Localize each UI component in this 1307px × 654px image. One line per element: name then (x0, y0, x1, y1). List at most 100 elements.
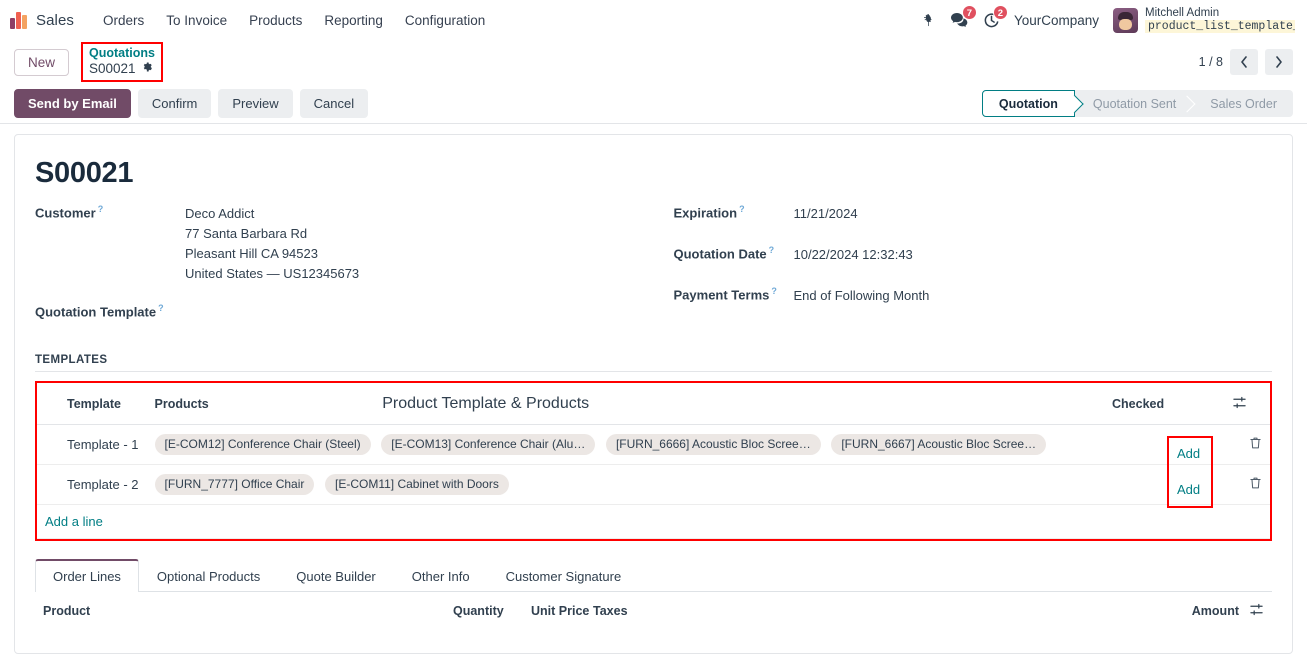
product-tag[interactable]: [FURN_6666] Acoustic Bloc Scree… (605, 433, 821, 455)
activities-badge: 2 (992, 4, 1008, 20)
messages-icon[interactable]: 7 (950, 4, 977, 29)
main-menu: Orders To Invoice Products Reporting Con… (92, 7, 496, 34)
field-payment-terms-label: Payment Terms? (674, 286, 794, 302)
row-delete-cell (1224, 424, 1270, 465)
menu-item-to-invoice[interactable]: To Invoice (155, 7, 238, 34)
company-switcher[interactable]: YourCompany (1014, 13, 1099, 28)
status-bar: Quotation Quotation Sent Sales Order (981, 90, 1293, 117)
row-template-name: Template - 2 (37, 464, 147, 505)
add-a-line-row[interactable]: Add a line (37, 504, 1270, 539)
add-a-line-cell: Add a line (37, 504, 1270, 539)
row-add-cell: Add (1167, 472, 1213, 508)
row-delete-cell (1224, 464, 1270, 505)
row-products-tags[interactable]: [FURN_7777] Office Chair [E-COM11] Cabin… (146, 464, 1224, 505)
field-expiration-label-text: Expiration (673, 205, 738, 221)
field-expiration-value[interactable]: 11/21/2024 (794, 204, 858, 224)
tab-other-info[interactable]: Other Info (394, 559, 488, 592)
templates-table-head: Template Products Product Template & Pro… (37, 382, 1270, 425)
breadcrumb: Quotations S00021 (81, 41, 163, 83)
tab-optional-products[interactable]: Optional Products (139, 559, 278, 592)
user-info: Mitchell Admin product_list_template_sa… (1145, 6, 1295, 34)
field-quotation-date-value[interactable]: 10/22/2024 12:32:43 (794, 245, 913, 265)
confirm-button[interactable]: Confirm (137, 89, 212, 118)
add-button-row-1[interactable]: Add (1177, 446, 1200, 461)
field-expiration: Expiration? 11/21/2024 (674, 204, 1273, 224)
field-quotation-date-label-text: Quotation Date (673, 246, 767, 262)
table-row[interactable]: Template - 1 [E-COM12] Conference Chair … (37, 424, 1270, 465)
bug-icon[interactable] (921, 13, 936, 28)
help-icon[interactable]: ? (739, 204, 745, 214)
menu-item-orders[interactable]: Orders (92, 7, 155, 34)
field-customer-value[interactable]: Deco Addict 77 Santa Barbara Rd Pleasant… (185, 204, 359, 285)
customer-country-vat: United States — US12345673 (185, 266, 360, 282)
status-step-quotation[interactable]: Quotation (981, 90, 1075, 117)
column-header-product: Product (43, 603, 91, 618)
product-tag[interactable]: [E-COM11] Cabinet with Doors (325, 473, 509, 495)
templates-header-row: Template Products Product Template & Pro… (37, 382, 1270, 425)
help-icon[interactable]: ? (771, 286, 777, 296)
send-by-email-button[interactable]: Send by Email (14, 89, 131, 118)
column-header-quantity: Quantity (453, 603, 504, 618)
app-name: Sales (36, 11, 75, 29)
menu-item-reporting[interactable]: Reporting (313, 7, 394, 34)
add-links-group: Add Add (1167, 435, 1213, 508)
menu-item-products[interactable]: Products (238, 7, 313, 34)
status-step-sales-order[interactable]: Sales Order (1192, 90, 1293, 117)
preview-button[interactable]: Preview (218, 89, 293, 118)
help-icon[interactable]: ? (158, 303, 164, 313)
templates-optional-columns-button[interactable] (1224, 382, 1270, 425)
tab-quote-builder[interactable]: Quote Builder (278, 559, 394, 592)
product-tag[interactable]: [FURN_6667] Acoustic Bloc Scree… (831, 433, 1047, 455)
table-row[interactable]: Template - 2 [FURN_7777] Office Chair [E… (37, 464, 1270, 505)
add-button-row-2[interactable]: Add (1177, 482, 1200, 497)
product-tag[interactable]: [E-COM12] Conference Chair (Steel) (154, 433, 371, 455)
status-step-quotation-sent[interactable]: Quotation Sent (1075, 90, 1192, 117)
add-a-line-link[interactable]: Add a line (45, 514, 103, 529)
control-panel-breadcrumb: New Quotations S00021 1 / 8 (0, 40, 1307, 84)
field-customer: Customer? Deco Addict 77 Santa Barbara R… (35, 204, 654, 285)
row-add-cell: Add (1167, 436, 1213, 472)
breadcrumb-current-record: S00021 (89, 61, 155, 77)
field-payment-terms: Payment Terms? End of Following Month (674, 286, 1273, 306)
column-header-checked: Checked (1104, 382, 1224, 425)
gear-icon[interactable] (141, 61, 153, 76)
pager-previous-button[interactable] (1230, 49, 1258, 75)
pager-next-button[interactable] (1265, 49, 1293, 75)
product-tag[interactable]: [FURN_7777] Office Chair (154, 473, 315, 495)
field-quotation-template-label-text: Quotation Template (35, 303, 157, 319)
sliders-icon[interactable] (1232, 396, 1247, 412)
order-lines-right-group: Amount (1192, 603, 1264, 619)
odoo-sales-logo-icon (10, 11, 27, 29)
trash-icon[interactable] (1249, 437, 1262, 453)
field-quotation-date-label: Quotation Date? (674, 245, 794, 261)
form-sheet-wrapper: S00021 Customer? Deco Addict 77 Santa Ba… (0, 124, 1307, 654)
help-icon[interactable]: ? (769, 245, 775, 255)
help-icon[interactable]: ? (98, 204, 104, 214)
menu-item-configuration[interactable]: Configuration (394, 7, 496, 34)
user-name: Mitchell Admin (1145, 6, 1220, 19)
brand-home-link[interactable]: Sales (10, 11, 75, 29)
annotation-product-template-products: Product Template & Products (382, 382, 1104, 425)
form-column-right: Expiration? 11/21/2024 Quotation Date? 1… (654, 204, 1273, 330)
sliders-icon[interactable] (1249, 603, 1264, 619)
breadcrumb-parent-quotations[interactable]: Quotations (89, 46, 155, 61)
column-header-amount: Amount (1191, 603, 1239, 618)
field-expiration-label: Expiration? (674, 204, 794, 220)
tab-customer-signature[interactable]: Customer Signature (488, 559, 640, 592)
trash-icon[interactable] (1249, 477, 1262, 493)
messages-badge: 7 (961, 4, 977, 20)
new-button[interactable]: New (14, 48, 70, 76)
top-navbar: Sales Orders To Invoice Products Reporti… (0, 0, 1307, 40)
field-payment-terms-value[interactable]: End of Following Month (794, 286, 930, 306)
user-menu[interactable]: Mitchell Admin product_list_template_sa… (1113, 6, 1295, 34)
breadcrumb-record-label: S00021 (89, 60, 136, 76)
row-products-tags[interactable]: [E-COM12] Conference Chair (Steel) [E-CO… (146, 424, 1224, 465)
column-header-unit-price: Unit Price (531, 603, 590, 618)
form-column-left: Customer? Deco Addict 77 Santa Barbara R… (35, 204, 654, 330)
clock-activity-icon[interactable]: 2 (983, 4, 1008, 29)
product-tag[interactable]: [E-COM13] Conference Chair (Alu… (381, 433, 596, 455)
field-customer-label-text: Customer (35, 205, 96, 221)
tab-order-lines[interactable]: Order Lines (35, 558, 139, 592)
templates-table: Template Products Product Template & Pro… (37, 382, 1270, 539)
cancel-button[interactable]: Cancel (299, 89, 369, 118)
